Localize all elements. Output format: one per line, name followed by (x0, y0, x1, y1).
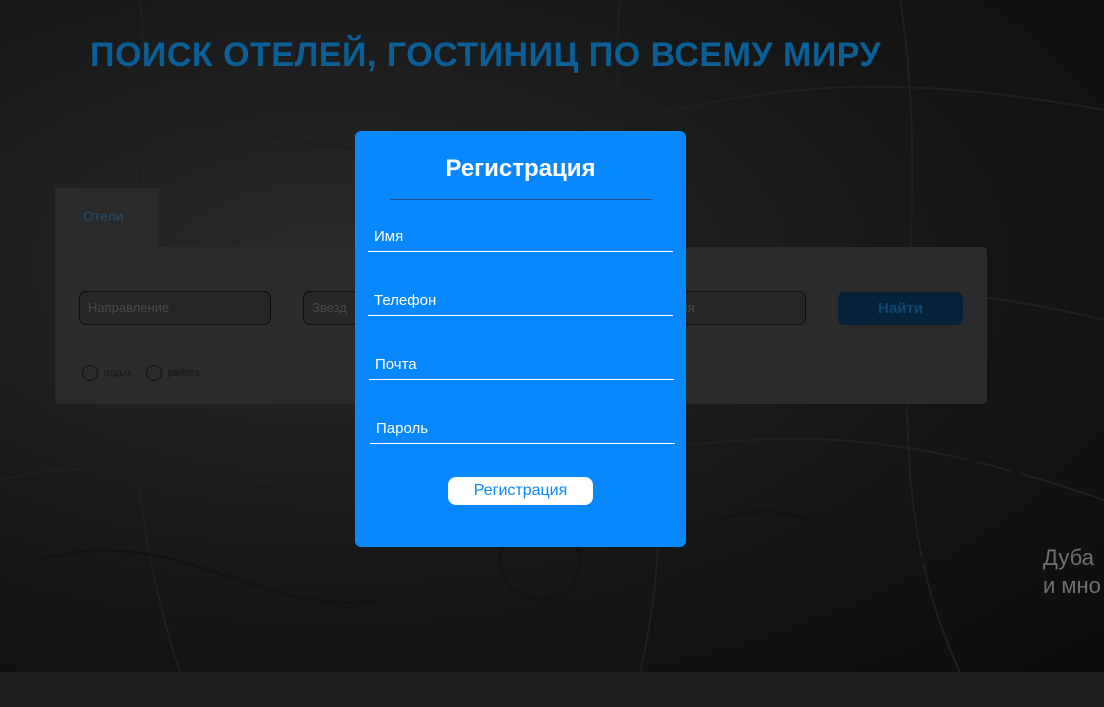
modal-title: Регистрация (445, 155, 596, 182)
register-button[interactable]: Регистрация (448, 477, 593, 505)
destination-input[interactable]: Направление (79, 291, 271, 325)
page-title: ПОИСК ОТЕЛЕЙ, ГОСТИНИЦ ПО ВСЕМУ МИРУ (90, 36, 882, 74)
radio-rest-label: отдых (104, 367, 132, 379)
tab-hotels[interactable]: Отели (55, 188, 159, 247)
password-field[interactable]: Пароль (370, 420, 675, 444)
modal-divider (390, 199, 652, 200)
phone-field[interactable]: Телефон (368, 292, 673, 316)
find-button[interactable]: Найти (838, 292, 963, 325)
email-field[interactable]: Почта (369, 356, 674, 380)
radio-rest[interactable] (82, 365, 98, 381)
footer-bar (0, 672, 1104, 707)
trip-purpose-radios: отдых работа (82, 365, 214, 381)
search-tabs: Отели (55, 188, 159, 247)
radio-work[interactable] (145, 365, 162, 381)
radio-work-label: работа (167, 367, 200, 379)
name-field[interactable]: Имя (368, 228, 673, 252)
stars-input[interactable]: Звезд (303, 291, 363, 325)
promo-text-line2: и мно (1043, 573, 1101, 598)
promo-text-line1: Дуба (1043, 545, 1094, 570)
registration-modal: Регистрация Имя Телефон Почта Пароль Рег… (355, 131, 686, 547)
promo-text: Дуба и мно (1043, 544, 1101, 600)
